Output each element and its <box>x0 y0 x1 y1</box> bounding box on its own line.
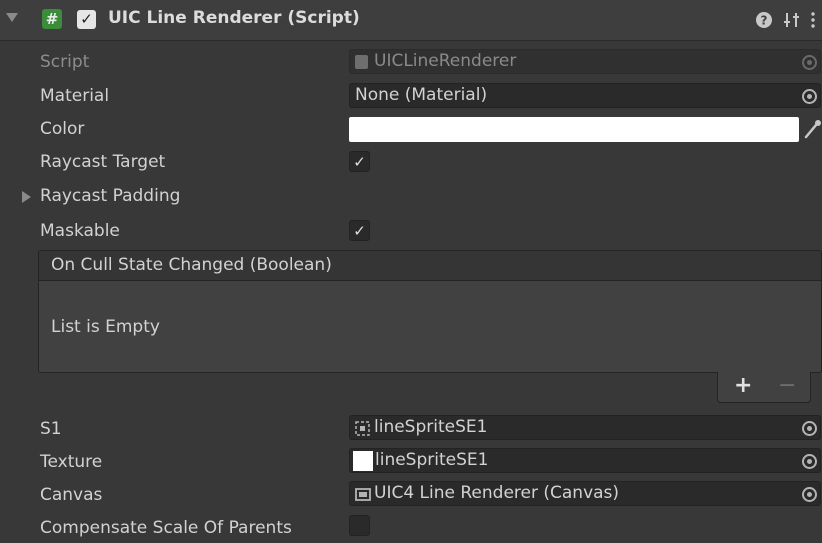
script-field-value: UICLineRenderer <box>374 51 517 71</box>
eyedropper-icon[interactable] <box>804 119 822 139</box>
raycast-padding-label[interactable]: Raycast Padding <box>40 186 180 206</box>
s1-field-value: lineSpriteSE1 <box>374 417 488 437</box>
object-picker-icon[interactable] <box>802 454 817 469</box>
texture-field-value: lineSpriteSE1 <box>375 450 489 470</box>
presets-icon[interactable] <box>783 11 801 29</box>
remove-button[interactable]: − <box>778 373 796 398</box>
object-picker-icon <box>802 55 817 70</box>
event-list: List is Empty <box>38 281 822 373</box>
foldout-arrow-icon[interactable] <box>22 191 31 203</box>
color-label: Color <box>40 119 85 139</box>
raycast-target-label: Raycast Target <box>40 152 166 172</box>
sprite-icon <box>355 421 370 436</box>
canvas-field[interactable]: UIC4 Line Renderer (Canvas) <box>349 481 821 506</box>
maskable-checkbox[interactable]: ✓ <box>349 220 370 241</box>
compensate-checkbox[interactable] <box>349 515 370 536</box>
script-field: UICLineRenderer <box>349 49 821 74</box>
texture-label: Texture <box>40 452 103 472</box>
event-list-footer: + − <box>717 372 811 403</box>
texture-field[interactable]: lineSpriteSE1 <box>349 448 821 473</box>
kebab-menu-icon[interactable] <box>809 11 817 29</box>
maskable-label: Maskable <box>40 221 120 241</box>
event-header: On Cull State Changed (Boolean) <box>38 250 822 281</box>
svg-text:?: ? <box>761 14 768 28</box>
help-icon[interactable]: ? <box>755 11 773 29</box>
canvas-label: Canvas <box>40 485 103 505</box>
script-label: Script <box>40 52 90 72</box>
object-picker-icon[interactable] <box>802 487 817 502</box>
s1-field[interactable]: lineSpriteSE1 <box>349 415 821 440</box>
material-field-value: None (Material) <box>355 85 488 105</box>
foldout-arrow-icon[interactable] <box>6 13 18 22</box>
event-title: On Cull State Changed (Boolean) <box>51 255 332 275</box>
component-enabled-checkbox[interactable]: ✓ <box>77 10 96 29</box>
object-picker-icon[interactable] <box>802 89 817 104</box>
canvas-field-value: UIC4 Line Renderer (Canvas) <box>374 483 620 503</box>
material-label: Material <box>40 86 110 106</box>
script-icon: # <box>42 9 62 29</box>
add-button[interactable]: + <box>734 373 752 398</box>
texture-thumbnail <box>353 451 373 471</box>
compensate-label: Compensate Scale Of Parents <box>40 518 292 538</box>
component-header: # ✓ UIC Line Renderer (Script) ? <box>0 0 822 41</box>
script-asset-icon <box>355 55 368 69</box>
object-picker-icon[interactable] <box>802 421 817 436</box>
s1-label: S1 <box>40 419 62 439</box>
material-field[interactable]: None (Material) <box>349 83 821 108</box>
raycast-target-checkbox[interactable]: ✓ <box>349 151 370 172</box>
canvas-icon <box>355 488 371 501</box>
color-swatch[interactable] <box>349 117 799 142</box>
component-title: UIC Line Renderer (Script) <box>108 8 360 28</box>
empty-list-text: List is Empty <box>51 317 160 337</box>
